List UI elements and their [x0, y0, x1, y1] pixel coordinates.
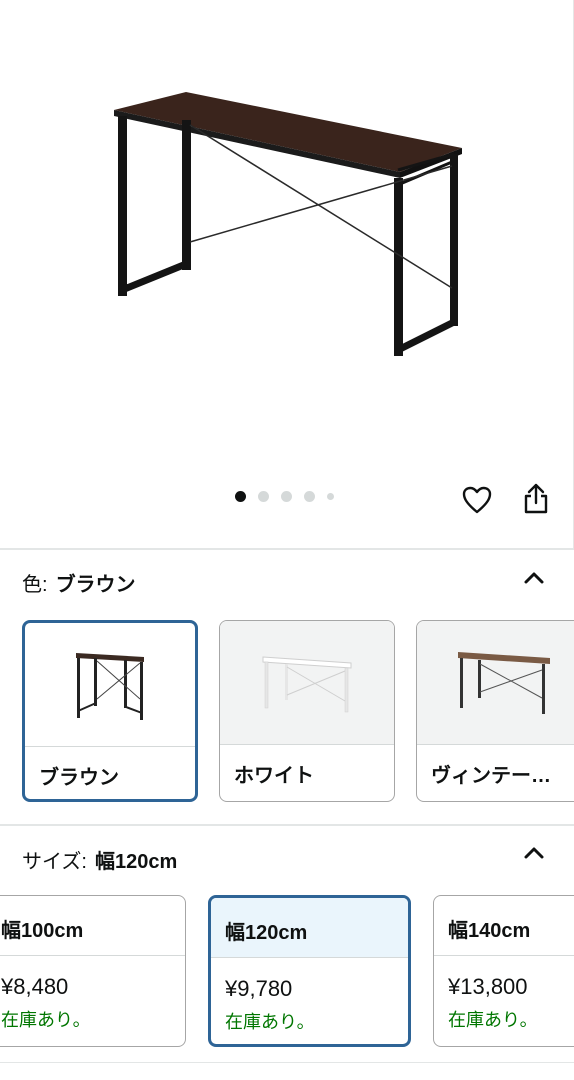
size-option-140[interactable]: 幅140cm ¥13,800 在庫あり。 — [433, 895, 574, 1047]
size-option-stock: 在庫あり。 — [225, 1012, 315, 1032]
share-icon[interactable] — [518, 481, 554, 517]
heart-icon[interactable] — [459, 482, 495, 518]
size-option-price: ¥8,480 — [1, 974, 69, 999]
size-section-header: サイズ: 幅120cm — [22, 845, 177, 874]
color-thumbnail — [417, 621, 574, 745]
image-pagination-dots[interactable] — [235, 491, 334, 502]
color-option-brown[interactable]: ブラウン — [22, 620, 198, 802]
size-option-stock: 在庫あり。 — [1, 1010, 91, 1030]
size-option-stock: 在庫あり。 — [448, 1010, 538, 1030]
size-option-price: ¥9,780 — [225, 976, 293, 1001]
bottom-divider — [0, 1062, 574, 1080]
size-option-price: ¥13,800 — [448, 974, 528, 999]
divider — [0, 548, 574, 550]
color-thumbnail — [220, 621, 394, 745]
color-thumbnail — [25, 623, 195, 747]
color-option-vintage[interactable]: ヴィンテー… — [416, 620, 574, 802]
selected-size-value: 幅120cm — [94, 851, 178, 873]
pagination-dot[interactable] — [258, 491, 269, 502]
pagination-dot[interactable] — [327, 493, 334, 500]
product-image-gallery[interactable] — [0, 0, 574, 548]
color-option-white[interactable]: ホワイト — [219, 620, 395, 802]
color-option-name: ホワイト — [234, 765, 314, 787]
color-label: 色: — [22, 574, 48, 596]
chevron-up-icon[interactable] — [520, 843, 548, 863]
color-option-name: ブラウン — [39, 767, 119, 789]
color-option-name: ヴィンテー… — [431, 765, 551, 787]
pagination-dot[interactable] — [235, 491, 246, 502]
size-option-label: 幅120cm — [211, 898, 408, 958]
selected-color-value: ブラウン — [55, 574, 136, 596]
size-label: サイズ: — [22, 851, 87, 873]
size-option-100[interactable]: 幅100cm ¥8,480 在庫あり。 — [0, 895, 186, 1047]
pagination-dot[interactable] — [304, 491, 315, 502]
pagination-dot[interactable] — [281, 491, 292, 502]
size-option-120[interactable]: 幅120cm ¥9,780 在庫あり。 — [208, 895, 411, 1047]
color-section-header: 色: ブラウン — [22, 568, 136, 597]
size-option-label: 幅140cm — [434, 896, 574, 956]
product-image[interactable] — [100, 80, 470, 370]
size-option-label: 幅100cm — [0, 896, 185, 956]
divider — [0, 824, 574, 826]
chevron-up-icon[interactable] — [520, 568, 548, 588]
